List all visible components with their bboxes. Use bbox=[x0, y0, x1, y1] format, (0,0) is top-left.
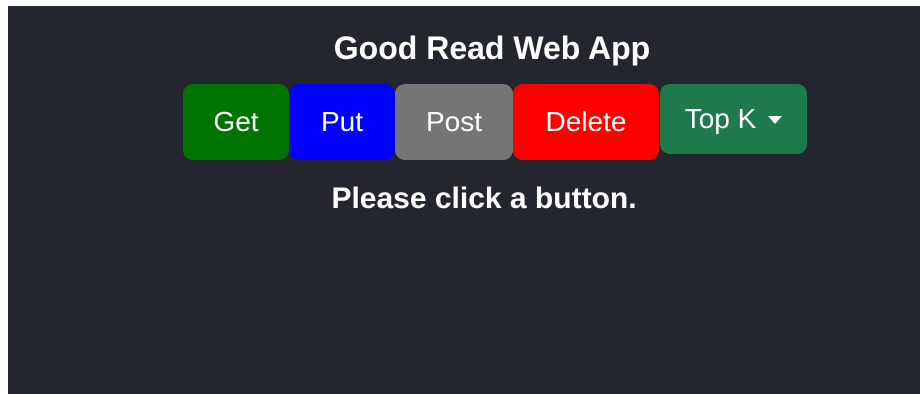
top-k-label: Top K bbox=[684, 103, 757, 134]
post-button[interactable]: Post bbox=[395, 84, 513, 160]
delete-button-label: Delete bbox=[545, 106, 627, 137]
app-container: Good Read Web App Get Put Post Delete To… bbox=[8, 6, 920, 394]
delete-button[interactable]: Delete bbox=[513, 84, 659, 160]
put-button[interactable]: Put bbox=[289, 84, 395, 160]
status-message: Please click a button. bbox=[331, 182, 637, 215]
post-button-label: Post bbox=[425, 106, 483, 137]
get-button[interactable]: Get bbox=[183, 84, 289, 160]
put-button-label: Put bbox=[320, 106, 364, 137]
page-title: Good Read Web App bbox=[333, 30, 651, 66]
get-button-label: Get bbox=[213, 106, 259, 137]
top-k-dropdown-button[interactable]: Top K bbox=[660, 84, 807, 154]
caret-down-icon bbox=[768, 116, 783, 124]
